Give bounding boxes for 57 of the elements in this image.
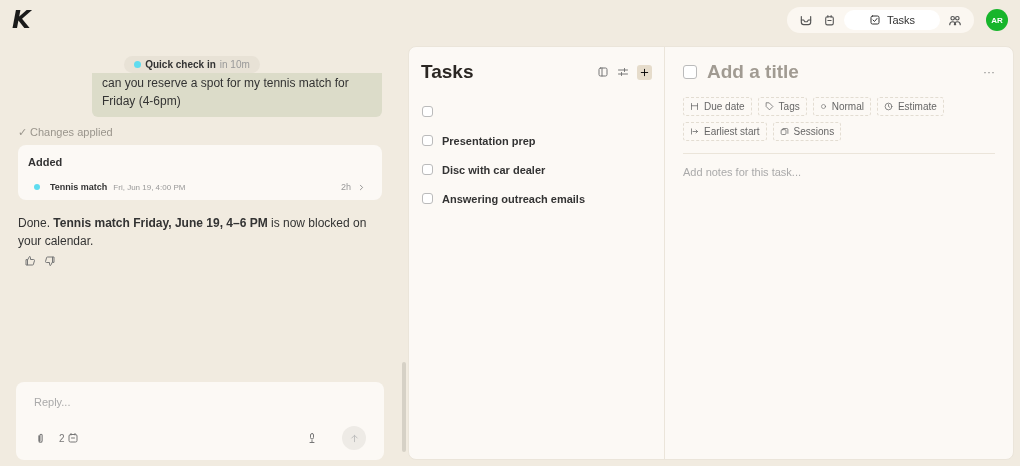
task-title[interactable]: Disc with car dealer (442, 163, 546, 176)
task-checkbox[interactable] (422, 193, 433, 204)
thumbs-up-button[interactable] (24, 255, 36, 267)
property-button[interactable]: Tags (757, 97, 807, 116)
task-title[interactable]: Answering outreach emails (442, 192, 586, 205)
reply-field[interactable]: Reply... (34, 396, 366, 408)
calendar-count[interactable]: 2 (59, 432, 79, 444)
tasks-tab[interactable]: Tasks (844, 10, 940, 30)
user-message: can you reserve a spot for my tennis match for Friday (4-6pm) (92, 73, 382, 117)
status-text: ✓ Changes applied (18, 126, 114, 139)
reminder-title: Quick check in (145, 59, 216, 70)
more-button[interactable]: ··· (983, 65, 995, 79)
circle-icon (819, 103, 827, 110)
microphone-icon (306, 432, 318, 444)
property-button[interactable]: Due date (683, 97, 752, 116)
sessions-icon (779, 127, 789, 136)
clock-icon (883, 102, 893, 111)
logo: K (12, 6, 30, 34)
inbox-icon (799, 13, 813, 27)
property-button[interactable]: Sessions (772, 122, 842, 141)
filter-button[interactable] (617, 66, 629, 78)
checkbox-icon (868, 14, 881, 26)
tasks-title: Tasks (421, 61, 474, 83)
card-title: Added (28, 156, 64, 168)
thumbs-down-button[interactable] (44, 255, 56, 267)
assistant-reply: Done. Tennis match Friday, June 19, 4–6 PM is now blocked on your calendar. (18, 215, 368, 250)
sidebar-button[interactable] (597, 66, 609, 78)
tag-icon (764, 102, 774, 111)
plus-icon (639, 66, 650, 78)
people-icon (948, 13, 962, 27)
calendar-icon (823, 13, 836, 27)
chevron-button[interactable] (357, 182, 366, 192)
event-time: Fri, Jun 19, 4:00 PM (113, 182, 187, 192)
flag-icon (690, 102, 699, 111)
event-duration: 2h (341, 182, 351, 192)
thumbs-up-icon (24, 255, 36, 267)
chevron-right-icon (357, 182, 366, 192)
sidebar-icon (597, 66, 609, 78)
property-button[interactable]: Earliest start (683, 122, 767, 141)
title-field[interactable]: Add a title (707, 61, 973, 83)
task-title[interactable]: Presentation prep (442, 134, 536, 147)
property-button[interactable]: Normal (812, 97, 871, 116)
notes-field[interactable]: Add notes for this task... (683, 166, 995, 190)
microphone-button[interactable] (306, 432, 318, 444)
arrow-up-icon (348, 432, 360, 444)
add-task-button[interactable] (637, 64, 652, 80)
event-title: Tennis match (50, 182, 108, 192)
start-icon (690, 127, 699, 136)
property-button[interactable]: Estimate (876, 97, 944, 116)
task-checkbox[interactable] (422, 164, 433, 175)
reminder-time: in 10m (219, 59, 250, 70)
task-checkbox[interactable] (422, 106, 433, 117)
task-checkbox[interactable] (683, 65, 697, 79)
task-checkbox[interactable] (422, 135, 433, 146)
calendar-icon (66, 432, 79, 444)
thumbs-down-icon (44, 255, 56, 267)
sliders-icon (617, 66, 629, 78)
